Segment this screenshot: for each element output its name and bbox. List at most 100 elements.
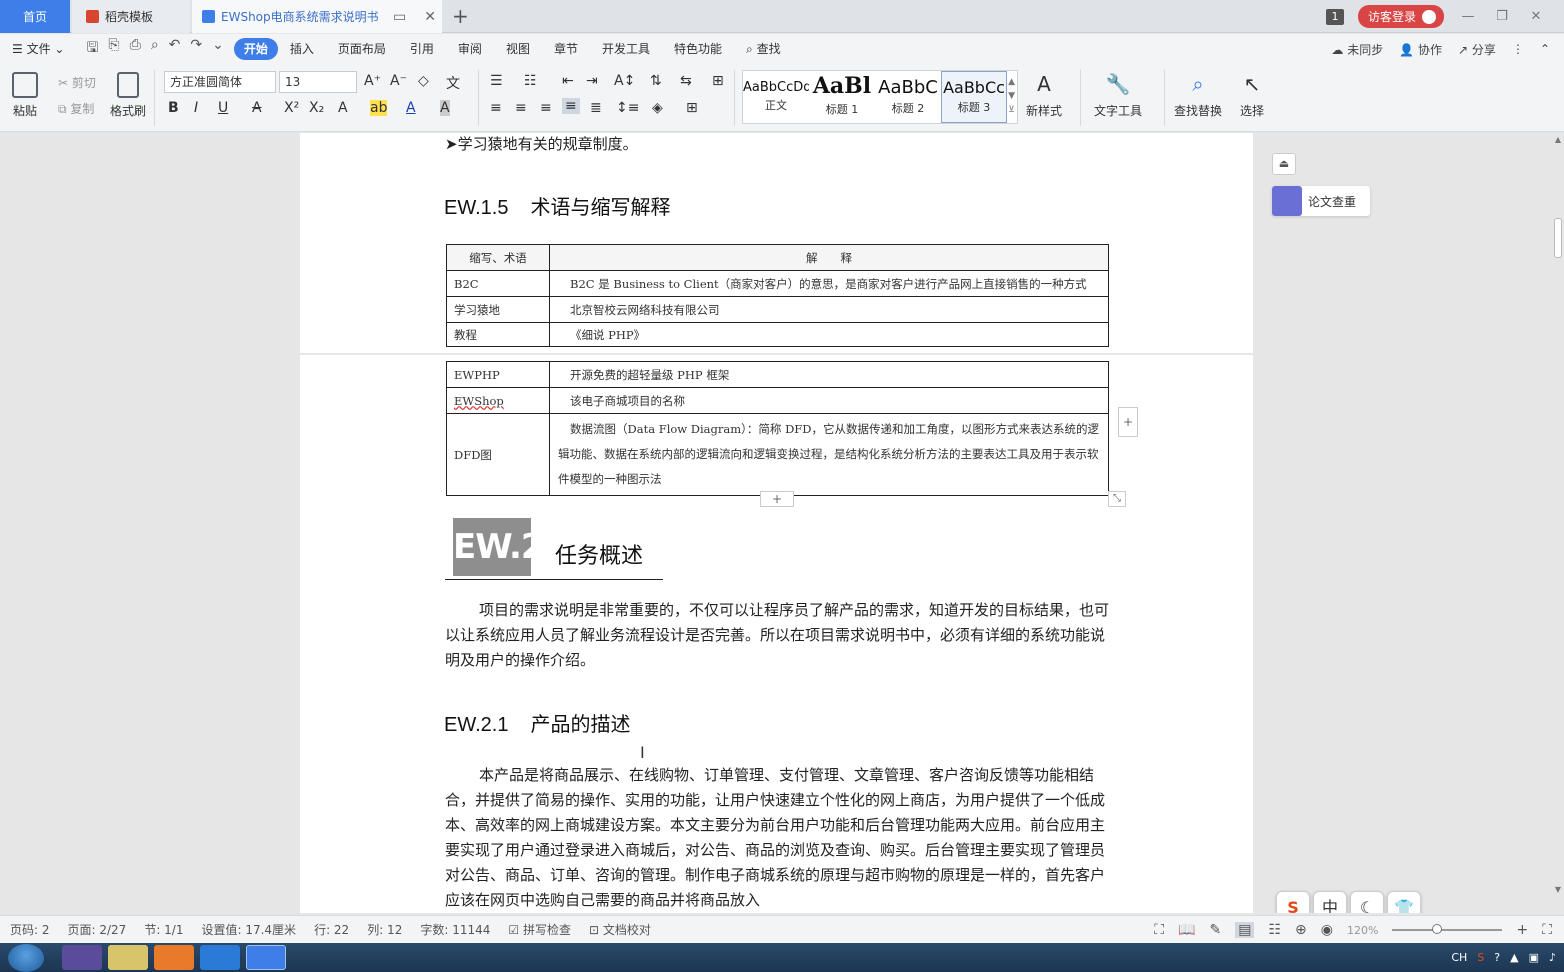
menu-start[interactable]: 开始 [233,38,278,60]
eye-protection-icon[interactable]: ◉ [1321,922,1333,938]
taskbar-app-icon[interactable] [62,945,102,970]
collapse-panel-icon[interactable]: ⏏ [1272,153,1296,175]
menu-layout[interactable]: 页面布局 [326,38,398,60]
clear-format-icon[interactable]: ◇ [418,73,429,89]
grow-font-icon[interactable]: A⁺ [364,73,381,89]
scroll-thumb[interactable] [1554,218,1562,258]
tray-network-icon[interactable]: ▣ [1529,951,1539,964]
zoom-level[interactable]: 120% [1347,924,1378,937]
tray-ime-icon[interactable]: S [1477,951,1484,964]
subscript-icon[interactable]: X₂ [309,100,324,116]
status-page-code[interactable]: 页码: 2 [10,921,50,938]
cut-button[interactable]: ✂ 剪切 [58,74,96,91]
ime-chinese-toggle[interactable]: 中 [1313,891,1347,913]
new-style-button[interactable]: A 新样式 [1026,72,1062,119]
taskbar-folder-icon[interactable] [108,945,148,970]
outline-view-icon[interactable]: ☷ [1268,922,1281,938]
table-cell-term[interactable]: 教程 [446,322,550,347]
tray-help-icon[interactable]: ? [1494,951,1500,964]
page-1[interactable]: ➤学习猿地有关的规章制度。 EW.1.5 术语与缩写解释 缩写、术语 解 释 B2… [300,133,1253,353]
strikethrough-icon[interactable]: A [252,100,262,116]
table-cell-term[interactable]: 学习猿地 [446,296,550,323]
zoom-in-icon[interactable]: + [1516,922,1528,938]
tab-close-icon[interactable]: ✕ [418,9,442,25]
table-cell-term[interactable]: B2C [446,270,550,297]
vertical-scrollbar[interactable]: ▲ ▼ [1550,133,1564,913]
sync-button[interactable]: ☁ 未同步 [1331,41,1383,58]
menu-review[interactable]: 审阅 [446,38,494,60]
menu-developer[interactable]: 开发工具 [590,38,662,60]
maximize-icon[interactable]: ❐ [1492,9,1512,24]
preview-icon[interactable]: ⌕ [151,37,159,61]
table-cell-term[interactable]: EWPHP [446,361,550,388]
zoom-slider[interactable] [1392,924,1503,934]
web-view-icon[interactable]: ⊕ [1295,922,1307,938]
window-count-badge[interactable]: 1 [1325,8,1344,25]
highlight-icon[interactable]: ab [370,100,388,116]
save-icon[interactable]: 🖫 [86,37,98,61]
page-view-icon[interactable]: ▤ [1235,922,1255,938]
language-indicator[interactable]: CH [1451,951,1467,964]
tab-restore-icon[interactable]: ▭ [387,9,412,25]
scroll-down-icon[interactable]: ▼ [1555,885,1561,894]
find-replace-button[interactable]: ⌕ 查找替换 [1174,72,1222,119]
zoom-slider-knob[interactable] [1432,924,1443,934]
ime-moon-icon[interactable]: ☾ [1350,891,1384,913]
spell-check-button[interactable]: ☑ 拼写检查 [508,921,571,938]
border-icon[interactable]: ⊞ [686,100,698,116]
paste-button[interactable]: 粘贴 [12,72,38,119]
plagiarism-check-button[interactable]: 论文查重 [1272,186,1370,216]
table-cell-desc[interactable]: 数据流图（Data Flow Diagram）：简称 DFD，它从数据传递和加工… [549,413,1109,496]
sort-icon[interactable]: ⇅ [650,73,662,89]
paragraph-overview[interactable]: 项目的需求说明是非常重要的，不仅可以让程序员了解产品的需求，知道开发的目标结果，… [445,598,1110,673]
copy-button[interactable]: ⧉ 复制 [58,100,94,117]
page-2[interactable]: EWPHP 开源免费的超轻量级 PHP 框架 EWShop 该电子商城项目的名称… [300,355,1253,913]
add-column-button[interactable]: + [1118,407,1138,437]
status-pages[interactable]: 页面: 2/27 [68,921,127,938]
select-button[interactable]: ↖ 选择 [1240,72,1264,119]
align-justify-icon[interactable]: ≡ [562,98,580,114]
proofread-button[interactable]: ⊡ 文档校对 [589,921,651,938]
style-scroll-icon[interactable]: ▲ ▼ ⊻ [1008,75,1015,117]
share-button[interactable]: ↗ 分享 [1458,41,1496,58]
number-list-icon[interactable]: ☷ [524,73,537,89]
menu-insert[interactable]: 插入 [278,38,326,60]
taskbar-wps-icon[interactable] [246,945,286,970]
bullet-list-icon[interactable]: ☰ [490,73,503,89]
output-icon[interactable]: ⎘ [108,37,119,61]
menu-view[interactable]: 视图 [494,38,542,60]
menu-features[interactable]: 特色功能 [662,38,734,60]
table-cell-desc[interactable]: 开源免费的超轻量级 PHP 框架 [549,361,1109,388]
table-cell-term[interactable]: EWShop [446,387,550,414]
style-normal[interactable]: AaBbCcDd 正文 [743,71,809,123]
table-cell-desc[interactable]: 北京智校云网络科技有限公司 [549,296,1109,323]
superscript-icon[interactable]: X² [284,100,299,116]
status-word-count[interactable]: 字数: 11144 [420,921,490,938]
italic-icon[interactable]: I [194,100,198,116]
minimize-icon[interactable]: — [1458,9,1478,24]
distribute-icon[interactable]: ≣ [590,100,602,116]
style-heading1[interactable]: AaBl 标题 1 [809,71,875,123]
style-heading3[interactable]: AaBbCc 标题 3 [941,71,1007,123]
table-cell-desc[interactable]: 该电子商城项目的名称 [549,387,1109,414]
close-window-icon[interactable]: ✕ [1526,9,1546,24]
text-direction-icon[interactable]: A↕ [614,73,635,89]
table-cell-desc[interactable]: B2C 是 Business to Client（商家对客户）的意思，是商家对客… [549,270,1109,297]
underline-icon[interactable]: U [218,100,228,116]
login-button[interactable]: 访客登录 [1357,5,1444,28]
char-shading-icon[interactable]: A [440,100,450,116]
more-icon[interactable]: ⋮ [1512,42,1524,56]
style-heading2[interactable]: AaBbC 标题 2 [875,71,941,123]
para-mark-icon[interactable]: ⇆ [680,73,692,89]
table-layout-icon[interactable]: ⊞ [712,73,724,89]
tab-daoke[interactable]: 稻壳模板 [72,0,190,33]
redo-icon[interactable]: ↷ [190,37,202,61]
text-tools-button[interactable]: 🔧 文字工具 [1094,72,1142,119]
phonetic-icon[interactable]: 文 [446,73,460,93]
menu-section[interactable]: 章节 [542,38,590,60]
increase-indent-icon[interactable]: ⇥ [586,73,598,89]
search-menu[interactable]: ⌕ 查找 [734,38,793,60]
reading-mode-icon[interactable]: 📖 [1178,922,1195,938]
table-resize-handle-icon[interactable]: ⤡ [1108,491,1126,507]
print-icon[interactable]: ⎙ [130,37,141,61]
